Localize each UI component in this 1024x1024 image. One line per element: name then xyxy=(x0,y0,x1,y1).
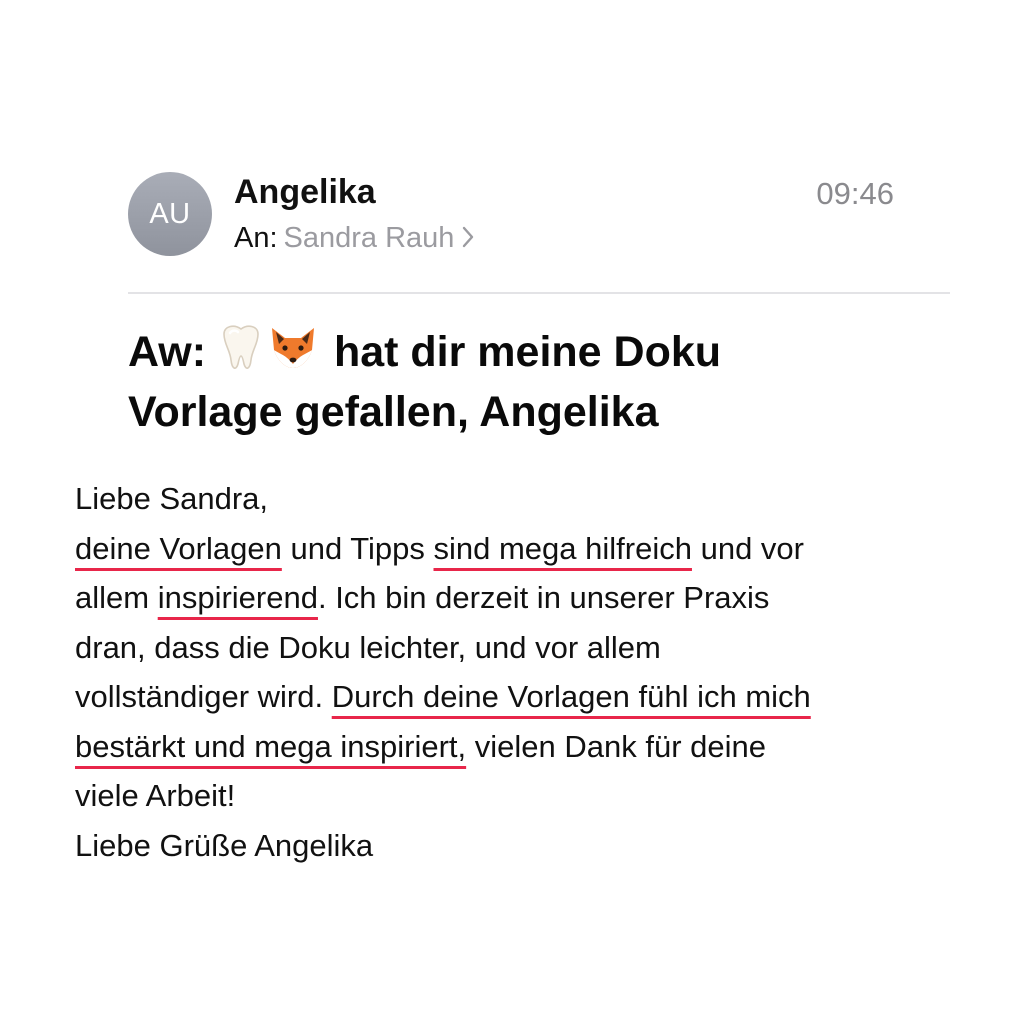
body-line: dran, dass die Doku leichter, und vor al… xyxy=(75,623,975,673)
signoff: Liebe Grüße Angelika xyxy=(75,827,374,863)
recipient-name[interactable]: Sandra Rauh xyxy=(284,222,455,254)
recipient-label: An: xyxy=(234,222,278,254)
recipient-row[interactable]: An: Sandra Rauh xyxy=(234,220,474,256)
fox-icon xyxy=(272,328,314,368)
chevron-right-icon[interactable] xyxy=(462,226,474,248)
header-divider xyxy=(128,292,950,294)
highlighted-text: sind mega hilfreich xyxy=(433,530,692,566)
email-body: Liebe Sandra, deine Vorlagen und Tipps s… xyxy=(75,474,975,870)
subject-line2-text: Vorlage gefallen, Angelika xyxy=(128,388,659,436)
highlighted-text: Durch deine Vorlagen fühl ich mich xyxy=(331,679,811,714)
body-line: Liebe Grüße Angelika xyxy=(75,821,975,871)
body-line: allem inspirierend. Ich bin derzeit in u… xyxy=(75,573,975,623)
body-line: viele Arbeit! xyxy=(75,771,975,821)
body-text: vielen Dank für deine xyxy=(466,728,766,764)
body-text: . Ich bin derzeit in unserer Praxis xyxy=(317,580,770,615)
tooth-icon xyxy=(223,325,259,369)
body-text: viele Arbeit! xyxy=(75,778,236,813)
body-text: und Tipps xyxy=(281,530,434,566)
highlighted-text: deine Vorlagen xyxy=(75,530,282,566)
body-line: deine Vorlagen und Tipps sind mega hilfr… xyxy=(75,524,975,574)
body-text: dran, dass die Doku leichter, und vor al… xyxy=(75,629,661,665)
body-line: vollständiger wird. Durch deine Vorlagen… xyxy=(75,672,975,722)
highlighted-text: inspirierend xyxy=(157,580,318,615)
body-text: allem xyxy=(75,580,158,615)
body-line: bestärkt und mega inspiriert, vielen Dan… xyxy=(75,722,975,772)
body-text: vollständiger wird. xyxy=(75,679,332,714)
email-header: AU Angelika 09:46 An: Sandra Rauh xyxy=(128,168,950,258)
body-text: und vor xyxy=(691,530,804,566)
greeting: Liebe Sandra, xyxy=(75,481,269,516)
avatar[interactable]: AU xyxy=(128,172,212,256)
sender-name[interactable]: Angelika xyxy=(234,172,376,212)
timestamp: 09:46 xyxy=(816,176,894,211)
subject-prefix: Aw: xyxy=(128,328,207,376)
body-line: Liebe Sandra, xyxy=(75,474,975,524)
subject: Aw: hat dir meine Doku Vorlage gefallen,… xyxy=(128,322,928,442)
highlighted-text: bestärkt und mega inspiriert, xyxy=(75,728,467,764)
subject-line1-text: hat dir meine Doku xyxy=(333,328,722,376)
